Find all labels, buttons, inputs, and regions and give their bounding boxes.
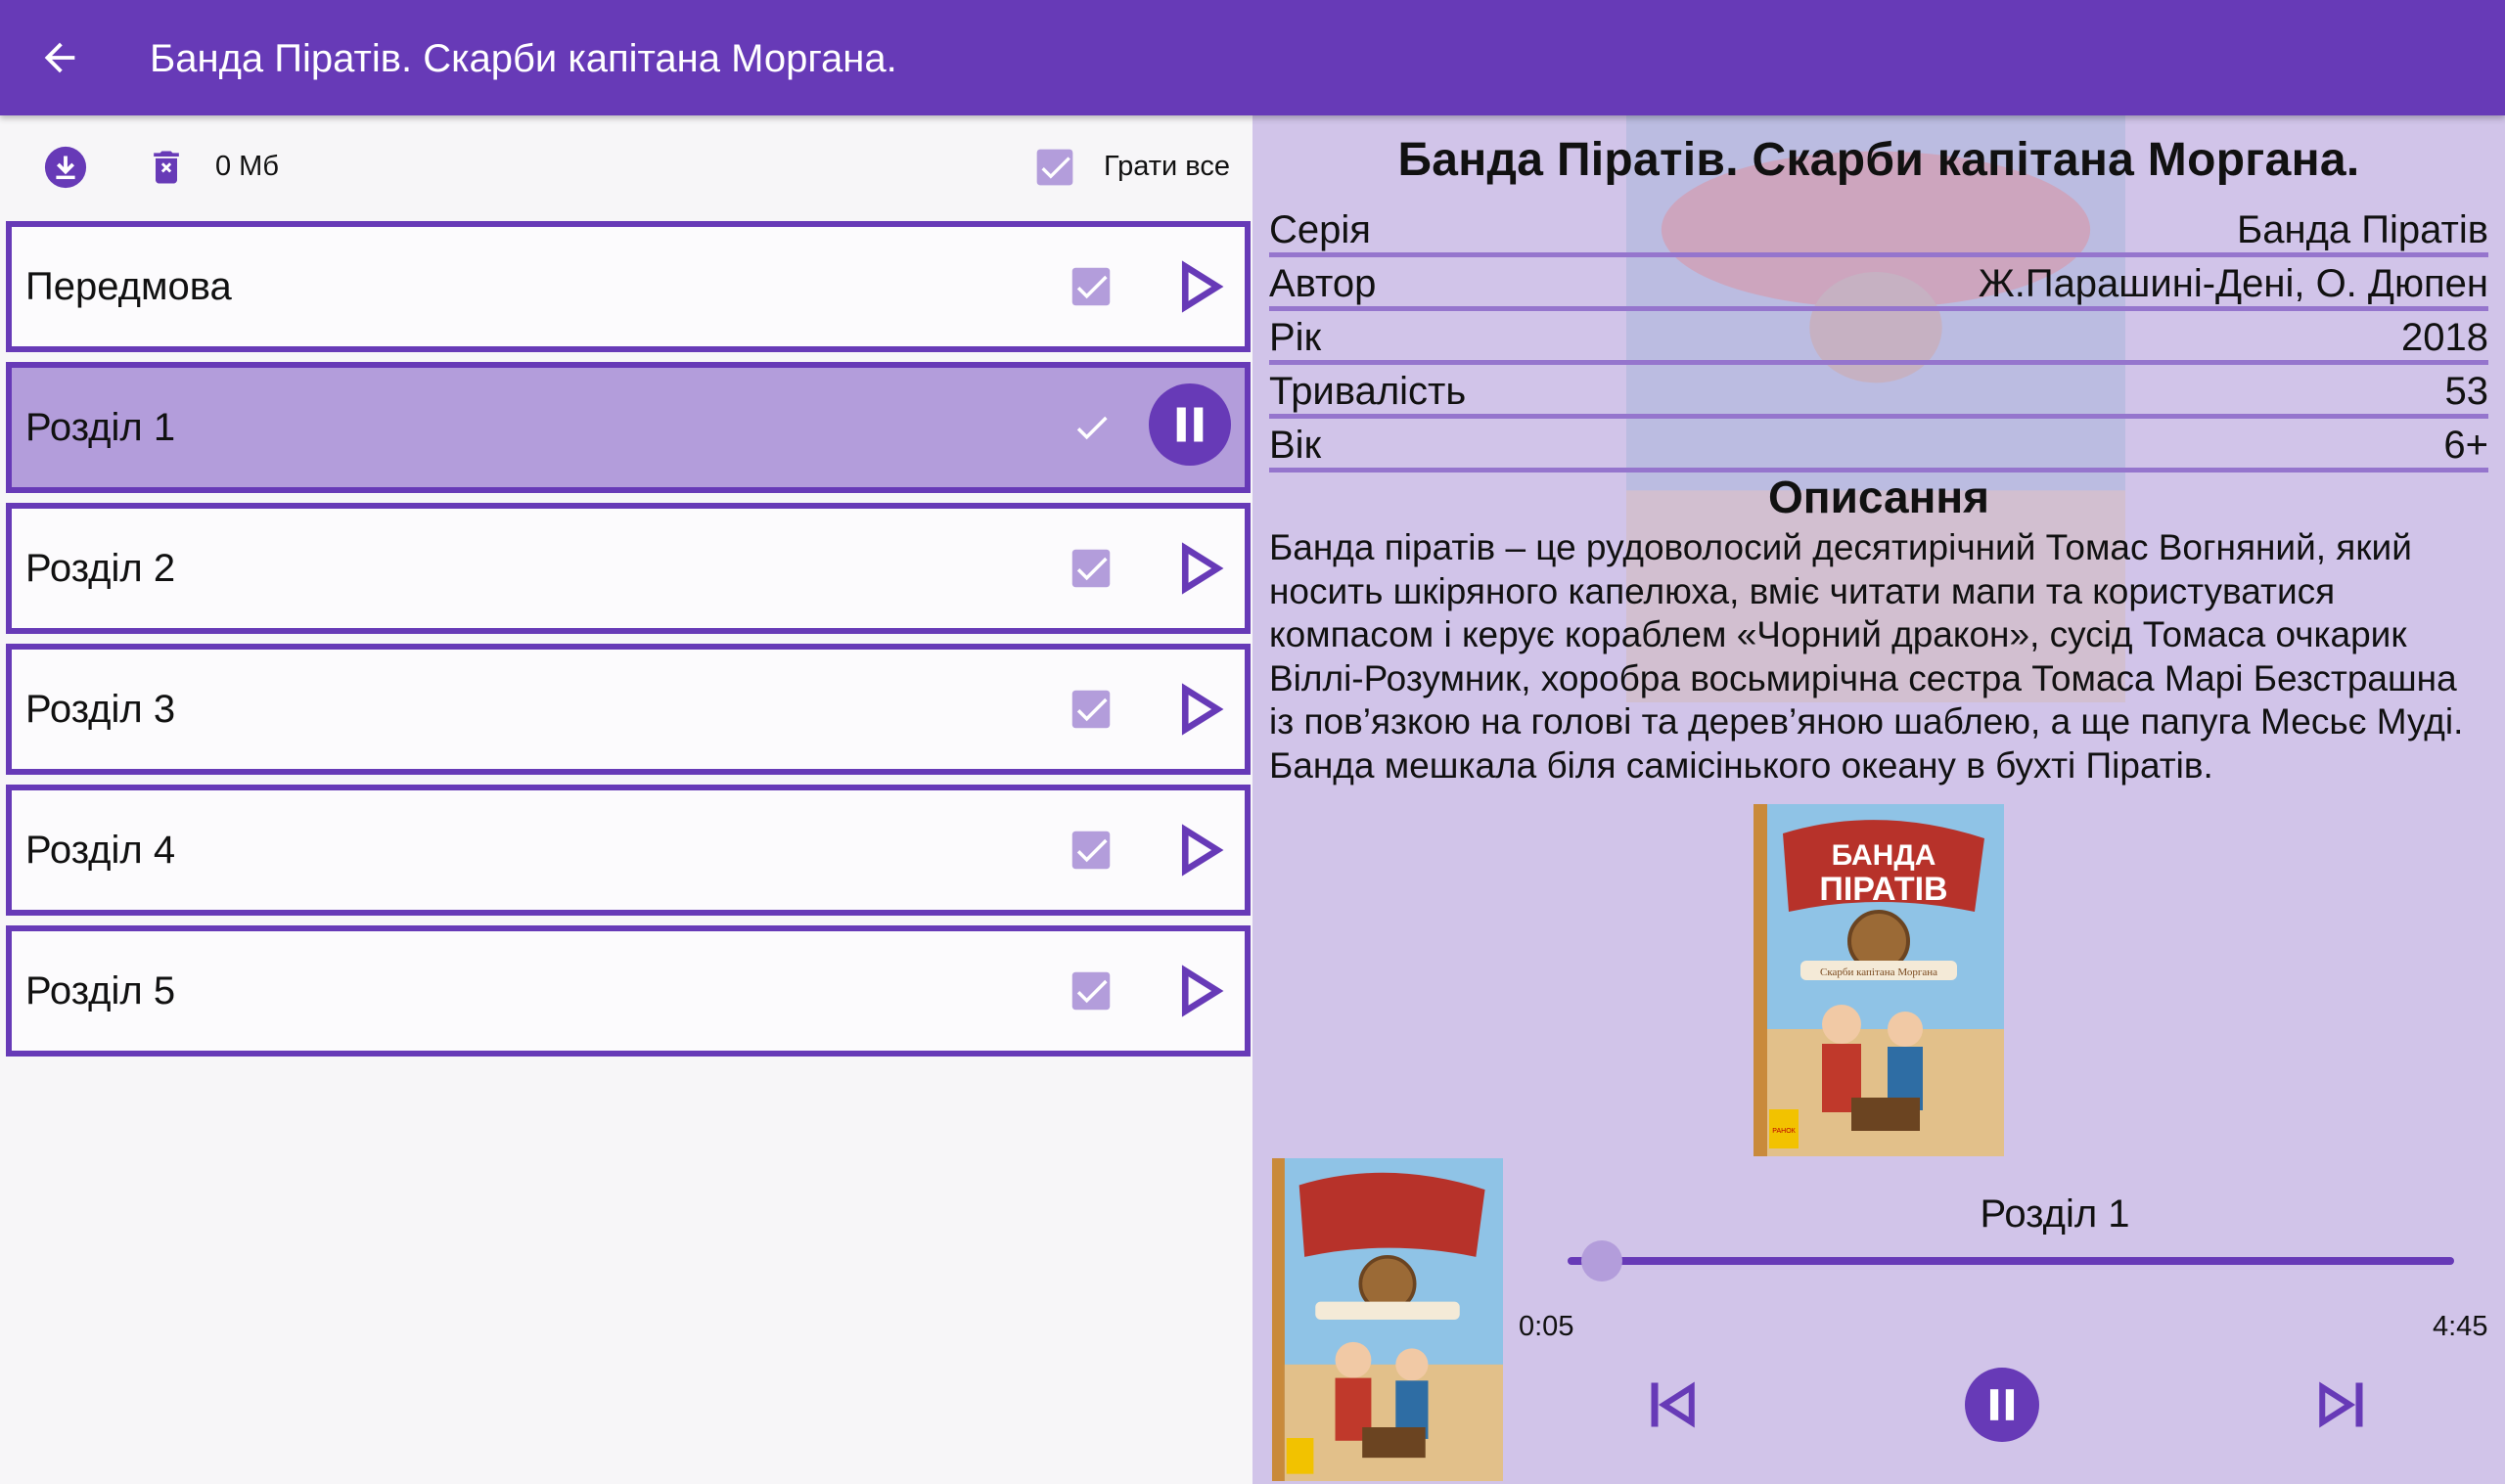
- check-icon[interactable]: [1070, 407, 1112, 448]
- book-info: Банда Піратів. Скарби капітана Моргана. …: [1252, 115, 2505, 800]
- pause-icon[interactable]: [1149, 383, 1231, 466]
- info-value: 2018: [2401, 316, 2488, 359]
- list-toolbar: 0 Мб Грати все: [0, 115, 1252, 217]
- play-icon[interactable]: [1166, 818, 1231, 882]
- cover-subtitle: Скарби капітана Моргана: [1820, 967, 1937, 978]
- chapter-checkbox[interactable]: [1070, 689, 1112, 730]
- seek-rail: [1568, 1257, 2454, 1265]
- chapter-title: Розділ 5: [25, 969, 176, 1012]
- chapter-checkbox[interactable]: [1070, 266, 1112, 307]
- info-key: Тривалість: [1269, 370, 1467, 413]
- chapter-checkbox[interactable]: [1070, 830, 1112, 871]
- info-row-duration: Тривалість 53: [1269, 365, 2488, 419]
- info-key: Рік: [1269, 316, 1322, 359]
- play-icon[interactable]: [1166, 536, 1231, 601]
- info-row-age: Вік 6+: [1269, 419, 2488, 472]
- play-icon[interactable]: [1166, 677, 1231, 742]
- chapter-title: Розділ 3: [25, 688, 176, 731]
- chapter-title: Розділ 4: [25, 829, 176, 872]
- book-title: Банда Піратів. Скарби капітана Моргана.: [1397, 134, 2360, 186]
- info-key: Вік: [1269, 424, 1322, 467]
- skip-next-icon[interactable]: [2311, 1375, 2370, 1434]
- skip-previous-icon[interactable]: [1644, 1375, 1703, 1434]
- description-text[interactable]: Банда піратів – це рудоволосий десятиріч…: [1269, 526, 2488, 800]
- delete-icon[interactable]: [145, 145, 188, 190]
- info-key: Серія: [1269, 208, 1371, 251]
- seek-bar[interactable]: [1568, 1240, 2458, 1282]
- pause-icon[interactable]: [1965, 1368, 2039, 1442]
- back-arrow-icon[interactable]: [37, 35, 82, 80]
- play-all-checkbox[interactable]: [1035, 148, 1074, 187]
- play-all-label: Грати все: [1104, 151, 1230, 182]
- chapter-row[interactable]: Розділ 3: [6, 644, 1251, 775]
- chapter-title: Передмова: [25, 265, 232, 308]
- book-cover-image: БАНДА ПІРАТІВ Скарби капітана Моргана РА…: [1754, 804, 2004, 1156]
- info-key: Автор: [1269, 262, 1377, 305]
- description-heading: Описання: [1768, 472, 1989, 522]
- chapter-row[interactable]: Передмова: [6, 221, 1251, 352]
- chapter-checkbox[interactable]: [1070, 970, 1112, 1012]
- now-playing-title: Розділ 1: [1980, 1192, 2130, 1236]
- cover-title-line2: ПІРАТІВ: [1819, 871, 1947, 908]
- cover-publisher: РАНОК: [1772, 1128, 1796, 1135]
- info-value: Банда Піратів: [2237, 208, 2488, 251]
- play-icon[interactable]: [1166, 254, 1231, 319]
- total-time: 4:45: [2433, 1311, 2488, 1342]
- chapter-checkbox[interactable]: [1070, 548, 1112, 589]
- thumbnail-cover-image: [1272, 1158, 1503, 1481]
- seek-thumb[interactable]: [1581, 1240, 1622, 1282]
- chapter-row[interactable]: Розділ 4: [6, 785, 1251, 916]
- info-value: Ж.Парашині-Дені, О. Дюпен: [1978, 262, 2488, 305]
- info-row-series: Серія Банда Піратів: [1269, 203, 2488, 257]
- info-value: 6+: [2443, 424, 2488, 467]
- play-icon[interactable]: [1166, 959, 1231, 1023]
- app-title: Банда Піратів. Скарби капітана Моргана.: [150, 37, 897, 80]
- info-row-year: Рік 2018: [1269, 311, 2488, 365]
- cover-title-line1: БАНДА: [1832, 839, 1936, 872]
- chapter-row[interactable]: Розділ 2: [6, 503, 1251, 634]
- download-icon[interactable]: [43, 145, 88, 190]
- chapter-row-active[interactable]: Розділ 1: [6, 362, 1251, 493]
- chapter-title: Розділ 1: [25, 406, 176, 449]
- chapter-title: Розділ 2: [25, 547, 176, 590]
- details-panel: Банда Піратів. Скарби капітана Моргана. …: [1252, 115, 2505, 1484]
- current-time: 0:05: [1519, 1311, 1574, 1342]
- storage-size: 0 Мб: [215, 151, 279, 182]
- chapter-panel: 0 Мб Грати все Передмова Розділ 1 Розділ…: [0, 115, 1252, 1484]
- info-value: 53: [2444, 370, 2489, 413]
- info-row-author: Автор Ж.Парашині-Дені, О. Дюпен: [1269, 257, 2488, 311]
- chapter-row[interactable]: Розділ 5: [6, 925, 1251, 1057]
- audio-player: БАНДА ПІРАТІВ Скарби капітана Моргана РА…: [1252, 800, 2505, 1484]
- app-bar: Банда Піратів. Скарби капітана Моргана.: [0, 0, 2505, 115]
